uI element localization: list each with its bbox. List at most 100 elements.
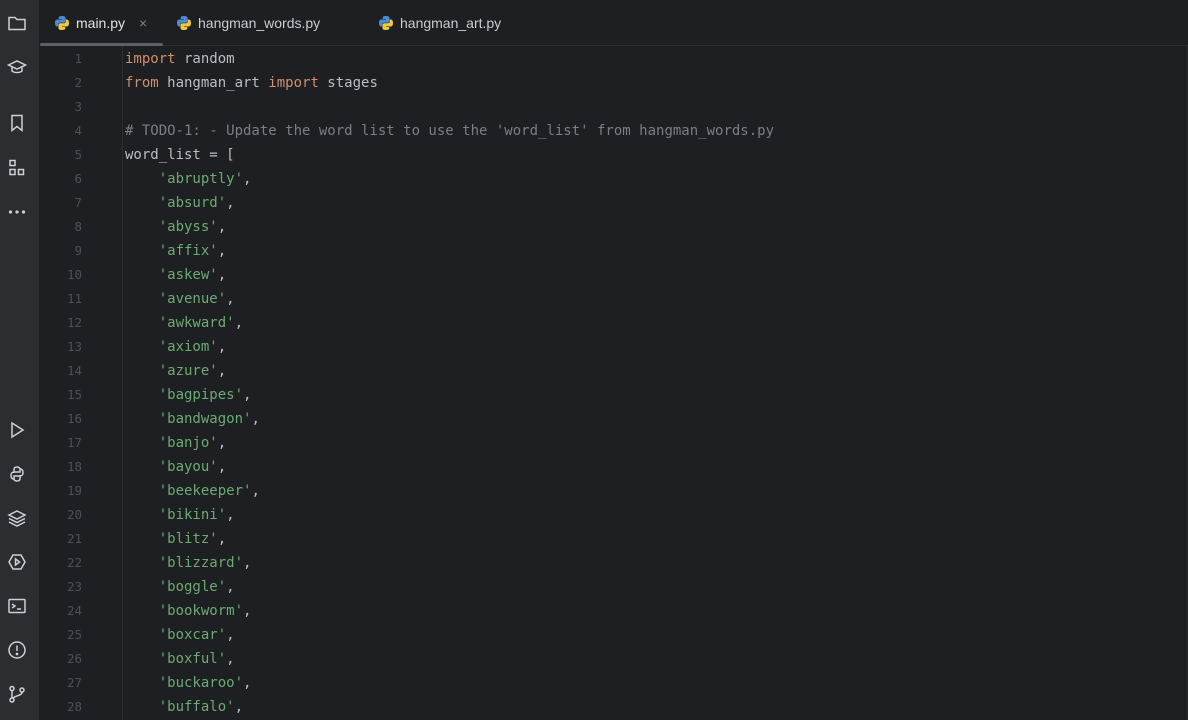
code-line[interactable]: 22 'blizzard',: [40, 551, 1188, 575]
code-text: 'blitz',: [125, 527, 226, 551]
code-token: ,: [243, 387, 252, 403]
line-number: 25: [66, 627, 82, 642]
string-token: 'azure': [158, 363, 218, 379]
string-token: 'bagpipes': [158, 387, 244, 403]
line-number: 10: [66, 267, 82, 282]
code-token: ,: [243, 555, 252, 571]
line-number: 24: [66, 603, 82, 618]
code-text: 'boxful',: [125, 647, 235, 671]
code-text: 'abruptly',: [125, 167, 252, 191]
string-token: 'askew': [158, 267, 218, 283]
code-text: 'azure',: [125, 359, 226, 383]
comment-token: # TODO-1: - Update the word list to use …: [125, 123, 775, 139]
string-token: 'banjo': [158, 435, 218, 451]
code-text: 'axiom',: [125, 335, 226, 359]
code-line[interactable]: 8 'abyss',: [40, 215, 1188, 239]
git-icon[interactable]: [5, 682, 29, 706]
code-line[interactable]: 13 'axiom',: [40, 335, 1188, 359]
code-line[interactable]: 25 'boxcar',: [40, 623, 1188, 647]
tab-hangman-art-py[interactable]: hangman_art.py: [378, 0, 501, 45]
project-icon[interactable]: [5, 11, 29, 35]
line-number: 1: [74, 51, 82, 66]
line-number: 5: [74, 147, 82, 162]
code-line[interactable]: 4 # TODO-1: - Update the word list to use…: [40, 119, 1188, 143]
code-token: ,: [226, 195, 235, 211]
string-token: 'axiom': [158, 339, 218, 355]
line-number: 18: [66, 459, 82, 474]
code-line[interactable]: 16 'bandwagon',: [40, 407, 1188, 431]
code-token: ,: [243, 675, 252, 691]
code-text: 'buckaroo',: [125, 671, 252, 695]
more-icon[interactable]: [5, 200, 29, 224]
code-line[interactable]: 2 from hangman_art import stages: [40, 71, 1188, 95]
code-text: 'askew',: [125, 263, 226, 287]
code-line[interactable]: 27 'buckaroo',: [40, 671, 1188, 695]
string-token: 'beekeeper': [158, 483, 252, 499]
code-token: ,: [217, 531, 227, 547]
code-line[interactable]: 7 'absurd',: [40, 191, 1188, 215]
string-token: 'abruptly': [158, 171, 244, 187]
code-line[interactable]: 17 'banjo',: [40, 431, 1188, 455]
code-line[interactable]: 11 'avenue',: [40, 287, 1188, 311]
line-number: 6: [74, 171, 82, 186]
tab-main-py[interactable]: main.py ×: [54, 0, 147, 45]
code-line[interactable]: 10 'askew',: [40, 263, 1188, 287]
code-token: ,: [243, 171, 252, 187]
code-token: ,: [217, 243, 227, 259]
code-line[interactable]: 5 word_list = [: [40, 143, 1188, 167]
code-token: ,: [251, 411, 260, 427]
line-number: 2: [74, 75, 82, 90]
structure-icon[interactable]: [5, 156, 29, 180]
code-line[interactable]: 24 'bookworm',: [40, 599, 1188, 623]
code-editor[interactable]: 1 import random 2 from hangman_art import s…: [40, 46, 1188, 720]
line-number: 12: [66, 315, 82, 330]
string-token: 'boggle': [158, 579, 227, 595]
code-line[interactable]: 28 'buffalo',: [40, 695, 1188, 719]
code-line[interactable]: 20 'bikini',: [40, 503, 1188, 527]
run-icon[interactable]: [5, 418, 29, 442]
terminal-icon[interactable]: [5, 594, 29, 618]
code-text: 'awkward',: [125, 311, 243, 335]
code-line[interactable]: 3: [40, 95, 1188, 119]
code-text: 'bikini',: [125, 503, 235, 527]
python-file-icon: [55, 15, 69, 30]
code-line[interactable]: 6 'abruptly',: [40, 167, 1188, 191]
code-line[interactable]: 15 'bagpipes',: [40, 383, 1188, 407]
code-line[interactable]: 18 'bayou',: [40, 455, 1188, 479]
line-number: 28: [66, 699, 82, 714]
layers-icon[interactable]: [5, 506, 29, 530]
string-token: 'blitz': [158, 531, 218, 547]
string-token: 'buckaroo': [158, 675, 244, 691]
python-file-icon: [177, 15, 191, 30]
code-line[interactable]: 23 'boggle',: [40, 575, 1188, 599]
code-text: import random: [125, 47, 235, 71]
learn-icon[interactable]: [5, 55, 29, 79]
code-line[interactable]: 21 'blitz',: [40, 527, 1188, 551]
python-console-icon[interactable]: [5, 462, 29, 486]
code-line[interactable]: 9 'affix',: [40, 239, 1188, 263]
code-line[interactable]: 14 'azure',: [40, 359, 1188, 383]
tab-hangman-words-py[interactable]: hangman_words.py: [176, 0, 320, 45]
code-text: 'bookworm',: [125, 599, 252, 623]
code-line[interactable]: 19 'beekeeper',: [40, 479, 1188, 503]
bookmarks-icon[interactable]: [5, 111, 29, 135]
code-line[interactable]: 26 'boxful',: [40, 647, 1188, 671]
line-number: 26: [66, 651, 82, 666]
services-icon[interactable]: [5, 550, 29, 574]
problems-icon[interactable]: [5, 638, 29, 662]
code-token: ,: [226, 651, 235, 667]
code-token: ,: [217, 435, 227, 451]
line-number: 3: [74, 99, 82, 114]
code-line[interactable]: 12 'awkward',: [40, 311, 1188, 335]
close-tab-icon[interactable]: ×: [139, 15, 147, 31]
code-line[interactable]: 1 import random: [40, 47, 1188, 71]
